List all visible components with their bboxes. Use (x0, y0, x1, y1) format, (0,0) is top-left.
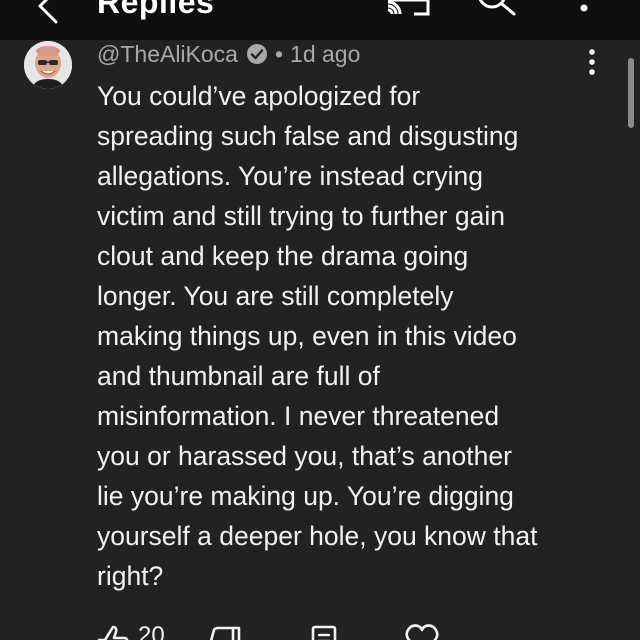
more-options-button[interactable] (572, 0, 596, 14)
comment-text-line: lie you’re making up. You’re digging (97, 481, 514, 511)
more-vertical-icon (580, 4, 588, 12)
cast-icon (387, 0, 430, 16)
avatar-image (24, 41, 72, 89)
comment-text-line: you or harassed you, that’s another (97, 441, 512, 471)
heart-button[interactable] (404, 622, 440, 640)
chevron-left-icon (38, 0, 58, 24)
back-button[interactable] (30, 0, 70, 26)
cast-button[interactable] (386, 0, 432, 16)
replies-screen: Replies @TheAliKoca • 1d ago You could’v… (0, 0, 640, 640)
comment-timestamp: 1d ago (290, 40, 361, 67)
comment-text-line: spreading such false and disgusting (97, 121, 519, 151)
comment-text-line: making things up, even in this video (97, 321, 517, 351)
more-vertical-icon (589, 49, 595, 75)
comment-meta: @TheAliKoca • 1d ago (97, 38, 360, 70)
comment-text-line: victim and still trying to further gain (97, 201, 505, 231)
comment-text-line: and thumbnail are full of (97, 361, 380, 391)
top-app-bar: Replies (0, 0, 640, 40)
page-title: Replies (97, 0, 215, 20)
verified-check-icon (246, 43, 268, 65)
comment-text: You could’ve apologized for spreading su… (97, 76, 597, 596)
thumbs-down-icon (209, 626, 241, 640)
search-button[interactable] (474, 0, 520, 16)
like-count: 20 (138, 622, 165, 640)
comment-actions: 20 (0, 620, 640, 640)
reply-button[interactable] (310, 624, 340, 640)
reply-icon (311, 625, 337, 640)
search-icon (478, 0, 516, 16)
meta-separator: • (274, 40, 284, 67)
thumbs-up-icon (97, 625, 129, 640)
comment-text-line: You could’ve apologized for (97, 81, 421, 111)
comment-text-line: yourself a deeper hole, you know that (97, 521, 538, 551)
comment-text-line: right? (97, 561, 164, 591)
comment-text-line: longer. You are still completely (97, 281, 454, 311)
avatar[interactable] (24, 41, 72, 89)
dislike-button[interactable] (208, 626, 242, 640)
heart-icon (405, 624, 439, 640)
comment-text-line: allegations. You’re instead crying (97, 161, 483, 191)
scrollbar[interactable] (628, 58, 634, 128)
like-button[interactable] (96, 624, 130, 640)
comment-text-line: misinformation. I never threatened (97, 401, 500, 431)
comment-author[interactable]: @TheAliKoca (97, 41, 238, 68)
comment-more-button[interactable] (580, 48, 604, 78)
comment-text-line: clout and keep the drama going (97, 241, 469, 271)
